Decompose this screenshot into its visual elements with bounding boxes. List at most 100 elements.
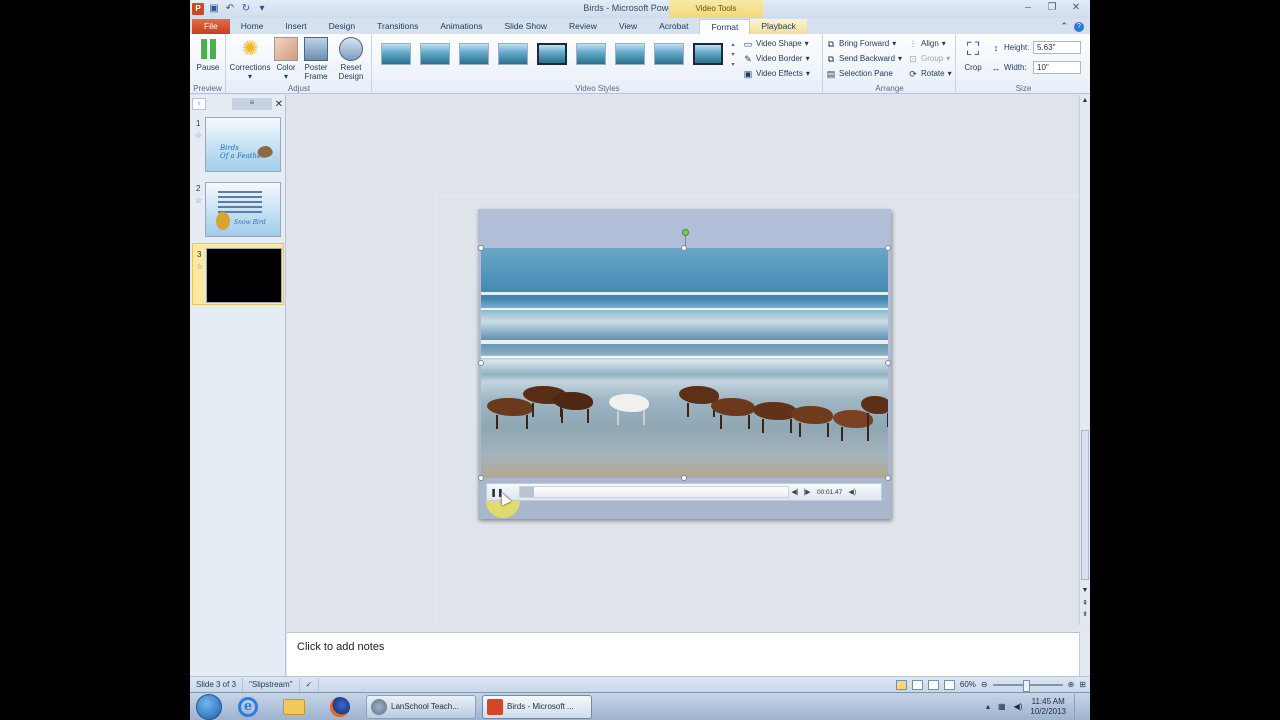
tab-transitions[interactable]: Transitions (366, 19, 429, 34)
minimize-ribbon-icon[interactable]: ⌃ (1060, 21, 1068, 32)
video-style-thumb[interactable] (420, 43, 450, 65)
video-style-thumb[interactable] (615, 43, 645, 65)
slide-thumbnail-1[interactable]: 1 ☆ Birds Of a Feather (192, 113, 284, 175)
resize-handle[interactable] (478, 360, 484, 366)
tab-insert[interactable]: Insert (274, 19, 317, 34)
rotate-handle[interactable] (682, 229, 689, 236)
maximize-icon[interactable]: ❐ (1040, 0, 1064, 16)
show-desktop-button[interactable] (1074, 693, 1084, 720)
seek-bar[interactable] (519, 486, 789, 498)
zoom-in-icon[interactable]: ⊕ (1068, 680, 1075, 689)
scroll-up-icon[interactable]: ▲ (1080, 97, 1090, 104)
taskbar-explorer[interactable] (274, 694, 314, 720)
tab-format[interactable]: Format (699, 19, 751, 34)
help-icon[interactable]: ? (1074, 21, 1084, 32)
video-style-thumb[interactable] (459, 43, 489, 65)
notes-scrollbar[interactable] (1079, 632, 1090, 676)
spell-check-icon[interactable]: ✓ (300, 677, 320, 692)
video-border-button[interactable]: ✎ Video Border ▾ (743, 52, 809, 65)
send-backward-button[interactable]: ⧉ Send Backward ▾ (826, 52, 902, 65)
taskbar-powerpoint[interactable]: Birds - Microsoft ... (482, 694, 592, 719)
tab-review[interactable]: Review (558, 19, 608, 34)
start-button[interactable] (196, 693, 222, 720)
tab-acrobat[interactable]: Acrobat (648, 19, 699, 34)
group-button[interactable]: ⊡ Group ▾ (908, 52, 950, 65)
taskbar-lanschool[interactable]: LanSchool Teach... (366, 694, 476, 719)
volume-icon[interactable]: ◀) (846, 488, 858, 496)
height-input[interactable]: 5.63" (1033, 41, 1081, 54)
video-style-thumb[interactable] (498, 43, 528, 65)
bird-image (216, 212, 230, 230)
tab-view[interactable]: View (608, 19, 648, 34)
tab-playback[interactable]: Playback (750, 19, 807, 34)
tab-animations[interactable]: Animations (429, 19, 493, 34)
video-style-thumb[interactable] (654, 43, 684, 65)
selection-pane-button[interactable]: ▤ Selection Pane (826, 67, 893, 80)
clock[interactable]: 11:45 AM 10/2/2013 (1030, 697, 1066, 717)
resize-handle[interactable] (885, 245, 891, 251)
previous-slide-icon[interactable]: ⇞ (1080, 599, 1090, 607)
resize-handle[interactable] (681, 245, 687, 251)
color-button[interactable]: Color ▾ (273, 37, 299, 81)
crop-button[interactable]: ⛶ Crop (961, 37, 985, 72)
video-style-thumb[interactable] (693, 43, 723, 65)
seek-bar-played (520, 487, 534, 497)
slide-show-icon[interactable] (943, 679, 955, 690)
resize-handle[interactable] (885, 475, 891, 481)
fit-to-window-icon[interactable]: ⊞ (1079, 680, 1086, 689)
step-forward-icon[interactable]: |▶ (801, 488, 813, 496)
network-icon[interactable]: ▦ (998, 702, 1006, 711)
resize-handle[interactable] (885, 360, 891, 366)
resize-handle[interactable] (681, 475, 687, 481)
next-slide-icon[interactable]: ⇟ (1080, 610, 1090, 618)
tab-slide-show[interactable]: Slide Show (493, 19, 558, 34)
gallery-scroll-icon[interactable]: ▴ ▾ ▾ (729, 40, 737, 72)
bring-forward-button[interactable]: ⧉ Bring Forward ▾ (826, 37, 896, 50)
resize-handle[interactable] (478, 475, 484, 481)
rotate-button[interactable]: ⟳ Rotate ▾ (908, 67, 951, 80)
close-pane-icon[interactable]: ✕ (275, 99, 283, 110)
outline-tab[interactable]: ≡ (232, 98, 272, 110)
video-object[interactable]: ❚❚ ◀| |▶ 00:01.47 ◀) (478, 209, 891, 519)
slide-sorter-icon[interactable] (911, 679, 923, 690)
reading-view-icon[interactable] (927, 679, 939, 690)
slide-thumbnail-2[interactable]: 2 ☆ Snow Bird (192, 178, 284, 240)
corrections-button[interactable]: ✺ Corrections ▾ (229, 37, 271, 81)
align-button[interactable]: ⫶ Align ▾ (908, 37, 946, 50)
reset-design-button[interactable]: Reset Design (333, 37, 369, 81)
taskbar-firefox[interactable] (320, 694, 360, 720)
video-effects-button[interactable]: ▣ Video Effects ▾ (743, 67, 810, 80)
group-size: ⛶ Crop ↕ Height: 5.63" ↔ Width: 10" Size (957, 34, 1090, 94)
poster-frame-button[interactable]: Poster Frame (301, 37, 331, 81)
speaker-icon[interactable]: ◀) (1014, 702, 1023, 711)
scroll-thumb[interactable] (1081, 430, 1089, 580)
zoom-slider[interactable] (992, 679, 1063, 692)
slides-tab[interactable]: ▫ (192, 98, 206, 110)
selection-pane-icon: ▤ (826, 68, 836, 79)
width-input[interactable]: 10" (1033, 61, 1081, 74)
pause-button[interactable]: Pause (193, 37, 223, 72)
desktop-right (1090, 0, 1280, 692)
video-style-thumb[interactable] (537, 43, 567, 65)
wave (481, 340, 888, 344)
video-shape-button[interactable]: ▭ Video Shape ▾ (743, 37, 809, 50)
normal-view-icon[interactable] (895, 679, 907, 690)
step-back-icon[interactable]: ◀| (789, 488, 801, 496)
tab-home[interactable]: Home (230, 19, 275, 34)
tab-design[interactable]: Design (318, 19, 366, 34)
video-style-thumb[interactable] (381, 43, 411, 65)
minimize-icon[interactable]: – (1016, 0, 1040, 16)
scroll-down-icon[interactable]: ▼ (1080, 587, 1090, 594)
notes-pane[interactable]: Click to add notes (287, 632, 1079, 676)
close-icon[interactable]: ✕ (1064, 0, 1088, 16)
zoom-out-icon[interactable]: ⊖ (981, 680, 988, 689)
video-shape-icon: ▭ (743, 38, 753, 49)
slide-thumbnail-3[interactable]: 3 ☆ (192, 243, 284, 305)
show-hidden-icons-icon[interactable]: ▴ (986, 702, 990, 711)
slide-scrollbar[interactable]: ▲ ▼ ⇞ ⇟ (1079, 95, 1090, 625)
taskbar-ie[interactable]: e (228, 694, 268, 720)
tab-file[interactable]: File (192, 19, 230, 34)
zoom-level[interactable]: 60% (960, 680, 976, 689)
video-style-thumb[interactable] (576, 43, 606, 65)
resize-handle[interactable] (478, 245, 484, 251)
